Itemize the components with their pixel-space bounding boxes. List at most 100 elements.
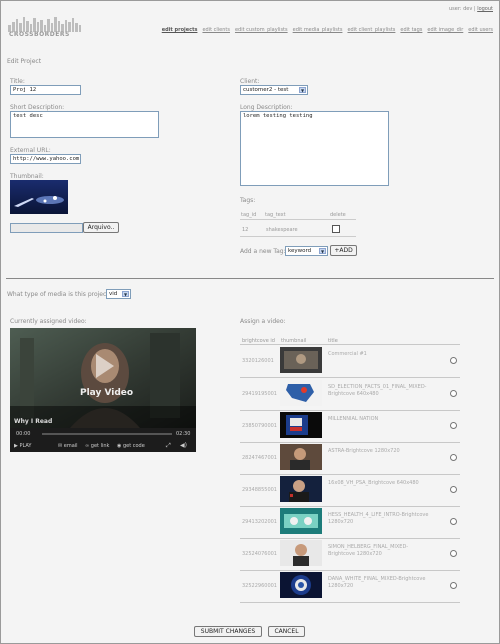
email-button[interactable]: ✉ email	[58, 443, 78, 449]
video-title: MILLENNIAL NATION	[328, 416, 379, 422]
nav-edit-clients[interactable]: edit clients	[202, 27, 230, 33]
username: dev	[463, 6, 473, 12]
nav-edit-tags[interactable]: edit tags	[400, 27, 422, 33]
video-thumbnail	[280, 540, 322, 566]
cancel-button[interactable]: CANCEL	[268, 626, 305, 637]
thumbnail-label: Thumbnail:	[10, 173, 44, 180]
video-title: HESS_HEALTH_4_LIFE_INTRO-Brightcove 1280…	[328, 512, 429, 525]
video-row[interactable]: 28247467001 ASTRA-Brightcove 1280x720	[240, 442, 460, 475]
video-row[interactable]: 23850790001 MILLENNIAL NATION	[240, 410, 460, 443]
long-description-input[interactable]: lorem testing testing	[240, 111, 389, 186]
video-thumbnail	[280, 347, 322, 373]
chevron-down-icon: ▼	[299, 87, 306, 93]
tag-text-cell: shakespeare	[266, 227, 298, 233]
player-controls: 00:00 02:30 ▶ PLAY ✉ email ∞ get link ◉ …	[10, 428, 196, 452]
video-row[interactable]: 32522960001 DANA_WHITE_FINAL_MIXED-Brigh…	[240, 570, 460, 603]
page-title: Edit Project	[7, 58, 42, 65]
video-row[interactable]: 32524076001 SIMON_HELBERG_FINAL_MIXED-Br…	[240, 538, 460, 571]
video-select-radio[interactable]	[450, 357, 457, 364]
external-url-label: External URL:	[10, 147, 51, 154]
file-path-input[interactable]	[10, 223, 83, 233]
nav-edit-projects[interactable]: edit projects	[162, 27, 198, 33]
currently-assigned-label: Currently assigned video:	[10, 318, 87, 325]
video-id: 29419195001	[242, 391, 277, 397]
time-start: 00:00	[16, 431, 31, 437]
tag-header-text: tag_text	[265, 212, 286, 218]
top-nav: edit projects edit clients edit custom_p…	[162, 27, 493, 33]
progress-bar[interactable]	[42, 433, 172, 435]
client-select[interactable]: customer2 - test ▼	[240, 85, 308, 95]
chevron-down-icon: ▼	[122, 291, 129, 297]
client-label: Client:	[240, 78, 260, 85]
video-row[interactable]: 3320126001 Commercial #1	[240, 345, 460, 378]
video-title: 16x08_VH_PSA_Brightcove 640x480	[328, 480, 419, 486]
video-id: 32522960001	[242, 583, 277, 589]
title-input[interactable]: Proj 12	[10, 85, 81, 95]
media-type-select[interactable]: vid ▼	[106, 289, 131, 299]
play-video-label[interactable]: Play Video	[80, 388, 133, 398]
video-player[interactable]: Play Video Why I Read 00:00 02:30 ▶ PLAY…	[10, 328, 196, 452]
tag-delete-checkbox[interactable]	[332, 225, 340, 233]
nav-edit-image-dir[interactable]: edit image_dir	[427, 27, 463, 33]
video-select-radio[interactable]	[450, 390, 457, 397]
video-thumbnail	[280, 508, 322, 534]
tag-header-delete: delete	[330, 212, 346, 218]
nav-edit-users[interactable]: edit users	[468, 27, 493, 33]
get-link-button[interactable]: ∞ get link	[85, 443, 109, 449]
skyline-icon	[8, 17, 81, 32]
video-select-radio[interactable]	[450, 422, 457, 429]
logout-link[interactable]: logout	[477, 6, 493, 12]
video-id: 29348855001	[242, 487, 277, 493]
section-divider	[6, 278, 494, 279]
video-thumbnail	[280, 476, 322, 502]
video-row[interactable]: 29348855001 16x08_VH_PSA_Brightcove 640x…	[240, 474, 460, 507]
video-thumbnail	[280, 572, 322, 598]
nav-edit-client-playlists[interactable]: edit client_playlists	[347, 27, 395, 33]
add-tag-button[interactable]: +ADD	[330, 245, 357, 256]
video-thumbnail	[280, 380, 322, 406]
video-title: Commercial #1	[328, 351, 367, 357]
video-id: 23850790001	[242, 423, 277, 429]
add-tag-select[interactable]: keyword ▼	[285, 246, 328, 256]
add-tag-label: Add a new Tag:	[240, 248, 286, 255]
play-button[interactable]: ▶ PLAY	[14, 443, 31, 449]
add-tag-select-value: keyword	[288, 248, 312, 254]
play-triangle-icon[interactable]	[94, 352, 116, 380]
video-select-radio[interactable]	[450, 486, 457, 493]
video-select-radio[interactable]	[450, 454, 457, 461]
video-thumbnail	[280, 412, 322, 438]
browse-file-button[interactable]: Arquivo..	[83, 222, 119, 233]
get-code-button-label: get code	[122, 443, 145, 449]
video-select-radio[interactable]	[450, 550, 457, 557]
play-button-label: PLAY	[19, 443, 32, 449]
email-button-label: email	[63, 443, 78, 449]
logo-text: CROSSBORDERS	[9, 31, 70, 38]
submit-changes-button[interactable]: SUBMIT CHANGES	[194, 626, 262, 637]
tags-label: Tags:	[240, 197, 256, 204]
video-select-radio[interactable]	[450, 582, 457, 589]
video-id: 28247467001	[242, 455, 277, 461]
nav-edit-custom-playlists[interactable]: edit custom_playlists	[235, 27, 288, 33]
get-link-button-label: get link	[90, 443, 110, 449]
volume-icon[interactable]: ◀)	[180, 442, 187, 449]
user-bar: user: dev | logout	[449, 6, 493, 12]
video-title: SIMON_HELBERG_FINAL_MIXED-Brightcove 128…	[328, 544, 409, 557]
fullscreen-icon[interactable]: ⤢	[166, 442, 171, 450]
tag-id-cell: 12	[242, 227, 249, 233]
short-description-input[interactable]: test desc	[10, 111, 159, 138]
user-label: user:	[448, 6, 462, 12]
tag-divider	[240, 219, 356, 220]
video-row[interactable]: 29419195001 SD_ELECTION_FACTS_01_FINAL_M…	[240, 378, 460, 411]
tag-divider-bottom	[240, 236, 356, 237]
video-thumbnail	[280, 444, 322, 470]
nav-edit-media-playlists[interactable]: edit media_playlists	[293, 27, 343, 33]
media-type-value: vid	[109, 291, 118, 297]
media-type-question: What type of media is this project?	[7, 291, 112, 298]
video-row[interactable]: 29413202001 HESS_HEALTH_4_LIFE_INTRO-Bri…	[240, 506, 460, 539]
video-select-radio[interactable]	[450, 518, 457, 525]
get-code-button[interactable]: ◉ get code	[117, 443, 145, 449]
title-label: Title:	[10, 78, 25, 85]
short-description-label: Short Description:	[10, 104, 65, 111]
external-url-input[interactable]: http://www.yahoo.com	[10, 154, 81, 164]
assign-video-label: Assign a video:	[240, 318, 286, 325]
